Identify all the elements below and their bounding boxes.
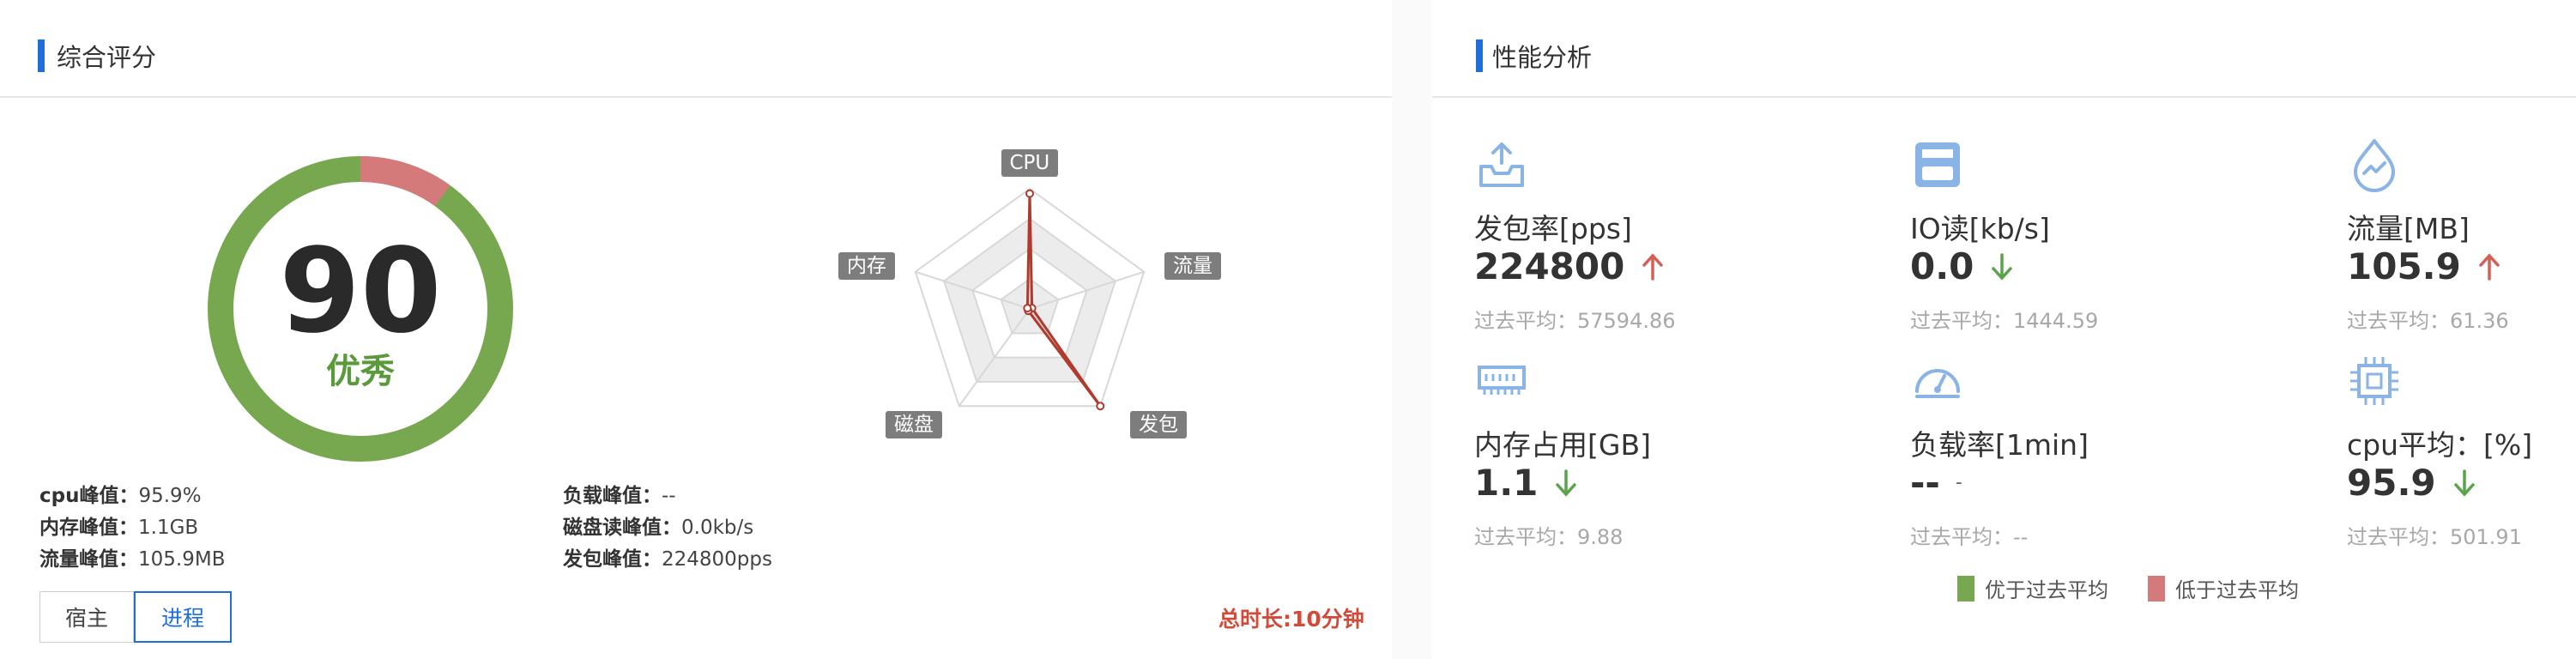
radar-svg: [914, 187, 1146, 411]
stat-disk-read-peak: 磁盘读峰值：0.0kb/s: [563, 517, 754, 539]
down-arrow-icon: [1992, 252, 2013, 281]
overall-score-panel: 综合评分 90 优秀 cpu峰值：95.9% 内存峰值：1.1GB 流量峰值：1…: [0, 0, 1393, 659]
up-arrow-icon: [2479, 252, 2500, 281]
performance-header: 性能分析: [1432, 0, 2576, 98]
legend-better: 优于过去平均: [1957, 573, 2108, 603]
metric-average: 过去平均：1444.59: [1910, 309, 2099, 333]
stat-memory-peak: 内存峰值：1.1GB: [39, 517, 199, 539]
metric-average: 过去平均：501.91: [2347, 525, 2522, 549]
radar-label: 内存: [838, 252, 895, 280]
legend-worse: 低于过去平均: [2148, 573, 2299, 603]
metric-io-read: IO读[kb/s] 0.0 过去平均：1444.59: [1910, 137, 2322, 333]
header-accent-bar: [1476, 39, 1483, 72]
legend-swatch-red: [2148, 575, 2165, 602]
metric-average: 过去平均：61.36: [2347, 309, 2509, 333]
radar-chart: CPU 流量发包 磁盘 内存: [824, 129, 1236, 455]
stat-cpu-peak: cpu峰值：95.9%: [39, 485, 202, 507]
stat-traffic-peak: 流量峰值：105.9MB: [39, 548, 226, 571]
process-button[interactable]: 进程: [134, 591, 232, 643]
radar-label: 磁盘: [886, 411, 942, 438]
metric-name: IO读[kb/s]: [1910, 212, 2050, 245]
floppy-disk-icon: [1915, 142, 1960, 187]
metric-value: 224800: [1474, 245, 1666, 287]
upload-tray-icon: [1479, 142, 1524, 187]
metric-name: cpu平均：[%]: [2347, 428, 2533, 462]
metric-value: 105.9: [2347, 245, 2502, 287]
score-grade: 优秀: [326, 352, 395, 391]
metric-average: 过去平均：--: [1910, 525, 2029, 549]
memory-chip-icon: [1478, 366, 1526, 395]
up-arrow-icon: [1642, 252, 1664, 281]
metric-memory-usage: 内存占用[GB] 1.1 过去平均：9.88: [1474, 354, 1886, 549]
cpu-icon: [2350, 357, 2398, 405]
metric-name: 流量[MB]: [2347, 212, 2470, 245]
peak-stats-column-1: cpu峰值：95.9% 内存峰值：1.1GB 流量峰值：105.9MB: [39, 481, 225, 576]
metric-name: 负载率[1min]: [1910, 428, 2089, 462]
metric-name: 发包率[pps]: [1474, 212, 1632, 245]
host-button[interactable]: 宿主: [39, 591, 134, 643]
metric-name: 内存占用[GB]: [1474, 428, 1651, 462]
panel-gap: [1392, 0, 1432, 659]
overall-score-header: 综合评分: [0, 0, 1392, 98]
speedometer-icon: [1915, 369, 1960, 398]
metric-value: 95.9: [2347, 462, 2477, 504]
metric-average: 过去平均：9.88: [1474, 525, 1624, 549]
radar-point: [1025, 189, 1034, 198]
radar-label: CPU: [1001, 149, 1059, 177]
legend-swatch-green: [1957, 575, 1974, 602]
overall-score-title: 综合评分: [57, 43, 157, 72]
performance-title: 性能分析: [1492, 43, 1593, 72]
gauge-bad-arc: [360, 156, 450, 207]
metric-value: 0.0: [1910, 245, 2015, 287]
metric-average: 过去平均：57594.86: [1474, 309, 1676, 333]
down-arrow-icon: [1556, 469, 1577, 497]
score-value: 90: [279, 224, 442, 360]
peak-stats-column-2: 负载峰值：-- 磁盘读峰值：0.0kb/s 发包峰值：224800pps: [563, 481, 772, 576]
radar-point: [1023, 304, 1032, 313]
view-toggle: 宿主 进程: [39, 591, 232, 644]
metric-cpu-average: cpu平均：[%] 95.9 过去平均：501.91: [2347, 354, 2576, 549]
metric-value: -- -: [1910, 462, 1962, 504]
stat-packet-peak: 发包峰值：224800pps: [563, 548, 772, 571]
total-duration: 总时长:10分钟: [1218, 607, 1364, 632]
metric-load-rate: 负载率[1min] -- - 过去平均：--: [1910, 354, 2322, 549]
metric-traffic: 流量[MB] 105.9 过去平均：61.36: [2347, 137, 2576, 333]
metric-value: 1.1: [1474, 462, 1579, 504]
radar-label: 发包: [1130, 411, 1187, 438]
down-arrow-icon: [2453, 469, 2475, 497]
stat-load-peak: 负载峰值：--: [563, 485, 676, 507]
radar-point: [1096, 402, 1105, 411]
performance-panel: 性能分析 发包率[pps] 224800 过去平均：57594.86 IO读[k…: [1432, 0, 2576, 659]
no-trend-mark: -: [1955, 472, 1962, 493]
header-accent-bar: [38, 39, 45, 72]
droplet-icon: [2354, 139, 2395, 192]
radar-label: 流量: [1164, 252, 1221, 280]
metric-packet-rate: 发包率[pps] 224800 过去平均：57594.86: [1474, 137, 1886, 333]
